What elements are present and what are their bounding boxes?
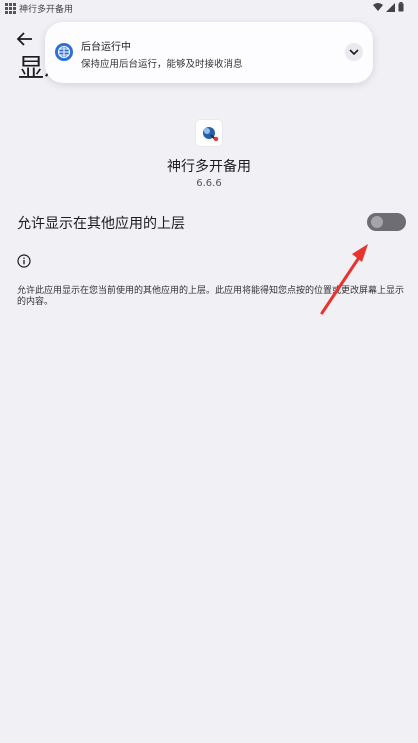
notification-body: 保持应用后台运行，能够及时接收消息 bbox=[81, 59, 243, 70]
overlay-permission-row[interactable]: 允许显示在其他应用的上层 bbox=[0, 205, 418, 239]
overlay-permission-label: 允许显示在其他应用的上层 bbox=[17, 216, 185, 232]
system-icons bbox=[373, 2, 404, 12]
background-running-notification[interactable]: 后台运行中 保持应用后台运行，能够及时接收消息 bbox=[45, 22, 373, 83]
switch-knob bbox=[371, 216, 383, 228]
app-name: 神行多开备用 bbox=[167, 159, 251, 175]
wifi-icon bbox=[373, 2, 383, 11]
notification-title: 后台运行中 bbox=[81, 42, 131, 53]
back-button[interactable] bbox=[14, 28, 36, 50]
overlay-permission-description: 允许此应用显示在您当前使用的其他应用的上层。此应用将能得知您点按的位置或更改屏幕… bbox=[17, 286, 405, 307]
status-app-name: 神行多开备用 bbox=[19, 5, 74, 15]
red-arrow-annotation bbox=[320, 244, 368, 315]
battery-icon bbox=[398, 2, 404, 12]
app-version: 6.6.6 bbox=[196, 178, 222, 189]
globe-icon bbox=[55, 43, 73, 61]
app-icon bbox=[196, 120, 222, 146]
signal-icon bbox=[386, 2, 395, 12]
grid-icon bbox=[5, 3, 16, 14]
expand-notification-button[interactable] bbox=[345, 43, 363, 61]
overlay-permission-switch[interactable] bbox=[367, 213, 406, 231]
chevron-down-icon bbox=[349, 49, 359, 56]
status-bar: 神行多开备用 bbox=[0, 0, 418, 16]
info-icon bbox=[17, 254, 31, 268]
